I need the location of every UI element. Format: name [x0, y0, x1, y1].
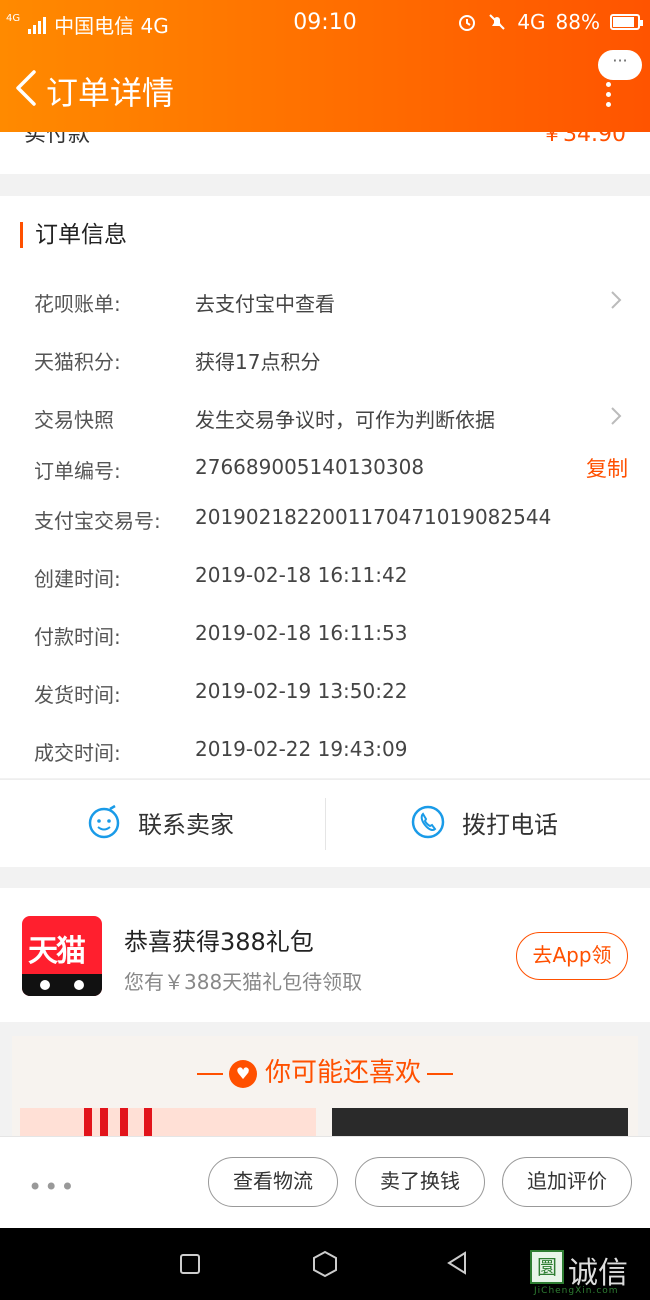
row-value: 获得17点积分 [195, 350, 321, 374]
promo-subtitle: 您有￥388天猫礼包待领取 [124, 970, 363, 994]
row-label: 订单编号: [34, 459, 121, 483]
copy-button[interactable]: 复制 [586, 453, 628, 483]
watermark-url: JiChengXin.com [534, 1286, 619, 1296]
reco-title-text: 你可能还喜欢 [264, 1058, 421, 1088]
reco-heading: ♥ 你可能还喜欢 [12, 1052, 638, 1089]
chevron-right-icon [611, 291, 622, 309]
row-value: 去支付宝中查看 [195, 292, 335, 316]
back-icon[interactable] [446, 1250, 468, 1276]
mute-bell-icon [489, 14, 506, 30]
tmall-points-row: 天猫积分: 获得17点积分 [0, 338, 650, 378]
add-review-button[interactable]: 追加评价 [502, 1157, 632, 1207]
row-value: 2019-02-18 16:11:42 [195, 563, 408, 587]
call-phone-button[interactable]: 拨打电话 [410, 804, 558, 840]
view-logistics-button[interactable]: 查看物流 [208, 1157, 338, 1207]
trade-snapshot-row[interactable]: 交易快照 发生交易争议时，可作为判断依据 [0, 396, 650, 436]
call-phone-label: 拨打电话 [462, 810, 558, 839]
completed-time-row: 成交时间: 2019-02-22 19:43:09 [0, 729, 650, 769]
section-title: 订单信息 [20, 222, 127, 248]
row-label: 发货时间: [34, 683, 121, 707]
resell-button[interactable]: 卖了换钱 [355, 1157, 485, 1207]
huabei-bill-row[interactable]: 花呗账单: 去支付宝中查看 [0, 280, 650, 320]
contact-seller-button[interactable]: 联系卖家 [86, 804, 234, 840]
contact-seller-label: 联系卖家 [138, 810, 234, 839]
status-right: 4G 88% [457, 10, 643, 34]
tmall-cat-face-icon [22, 974, 102, 996]
watermark-logo: 圜 诚信 JiChengXin.com [530, 1248, 646, 1300]
gift-promo-card: 天猫 恭喜获得388礼包 您有￥388天猫礼包待领取 去App领 [0, 888, 650, 1022]
row-label: 花呗账单: [34, 292, 121, 316]
battery-percent: 88% [555, 10, 600, 34]
decor-line [427, 1072, 453, 1075]
page-title: 订单详情 [46, 74, 175, 112]
product-thumbnail[interactable] [332, 1108, 628, 1136]
paid-time-row: 付款时间: 2019-02-18 16:11:53 [0, 613, 650, 653]
app-header: 4G 中国电信 4G 09:10 4G 88% 订单详情 ··· [0, 0, 650, 132]
decor-line [196, 1072, 223, 1075]
row-label: 创建时间: [34, 567, 121, 591]
tmall-logo-icon: 天猫 [22, 916, 102, 996]
contact-bar: 联系卖家 拨打电话 [0, 779, 650, 867]
more-menu-icon[interactable] [606, 82, 612, 112]
message-bubble-icon[interactable]: ··· [598, 50, 642, 80]
row-value: 2019-02-18 16:11:53 [195, 621, 408, 645]
system-nav-bar: 圜 诚信 JiChengXin.com [0, 1228, 650, 1300]
watermark-box-icon: 圜 [530, 1250, 564, 1284]
payment-summary-card: 实付款 ￥34.90 [0, 122, 650, 174]
order-number-row: 订单编号: 276689005140130308 复制 [0, 447, 650, 487]
network-type: 4G [517, 10, 546, 34]
row-label: 交易快照 [34, 408, 114, 432]
tmall-logo-text: 天猫 [28, 934, 86, 969]
row-label: 天猫积分: [34, 350, 121, 374]
row-value: 发生交易争议时，可作为判断依据 [195, 408, 495, 432]
recent-apps-icon[interactable] [180, 1254, 200, 1274]
home-icon[interactable] [312, 1250, 338, 1278]
nav-bar: 订单详情 ··· [0, 50, 650, 122]
order-number: 276689005140130308 [195, 455, 425, 479]
chevron-right-icon [611, 407, 622, 425]
alarm-icon [459, 15, 476, 31]
row-value: 2019-02-22 19:43:09 [195, 737, 408, 761]
row-value: 2019-02-19 13:50:22 [195, 679, 408, 703]
battery-icon [610, 14, 643, 30]
phone-icon [411, 805, 445, 839]
promo-title: 恭喜获得388礼包 [124, 928, 314, 956]
order-info-card: 订单信息 花呗账单: 去支付宝中查看 天猫积分: 获得17点积分 交易快照 发生… [0, 196, 650, 778]
created-time-row: 创建时间: 2019-02-18 16:11:42 [0, 555, 650, 595]
alipay-trade-row: 支付宝交易号: 2019021822001170471019082544 [0, 497, 650, 537]
status-bar: 4G 中国电信 4G 09:10 4G 88% [0, 0, 650, 46]
divider [325, 798, 326, 850]
back-arrow-icon[interactable] [10, 66, 44, 110]
shipped-time-row: 发货时间: 2019-02-19 13:50:22 [0, 671, 650, 711]
heart-icon: ♥ [228, 1059, 257, 1088]
go-app-button[interactable]: 去App领 [516, 932, 628, 980]
row-label: 成交时间: [34, 741, 121, 765]
row-value: 2019021822001170471019082544 [195, 505, 552, 529]
product-thumbnail[interactable] [20, 1108, 316, 1136]
more-actions-button[interactable]: ••• [28, 1173, 76, 1201]
recommendation-section: ♥ 你可能还喜欢 [12, 1036, 638, 1136]
row-label: 付款时间: [34, 625, 121, 649]
row-label: 支付宝交易号: [34, 509, 161, 533]
bottom-action-bar: ••• 查看物流 卖了换钱 追加评价 [0, 1136, 650, 1228]
chat-face-icon [88, 804, 120, 839]
